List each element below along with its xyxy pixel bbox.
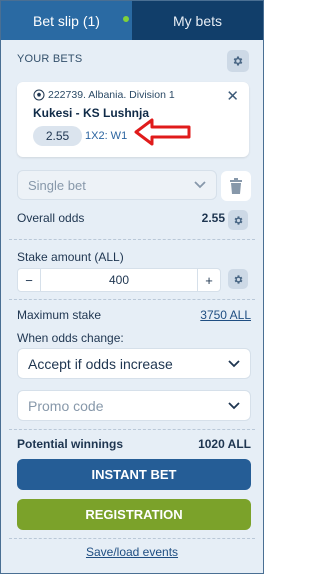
odds-settings-button[interactable] bbox=[228, 210, 248, 230]
match-teams: Kukesi - KS Lushnja bbox=[33, 106, 150, 120]
promo-code-placeholder: Promo code bbox=[28, 397, 104, 414]
overall-odds-row: Overall odds 2.55 bbox=[17, 211, 225, 225]
max-stake-link[interactable]: 3750 ALL bbox=[200, 308, 251, 322]
save-load-row: Save/load events bbox=[1, 545, 263, 559]
bet-market: 1X2: W1 bbox=[85, 130, 128, 142]
tab-my-bets-label: My bets bbox=[172, 12, 222, 29]
bet-type-value: Single bet bbox=[28, 177, 86, 193]
your-bets-settings-button[interactable] bbox=[227, 50, 249, 72]
divider bbox=[9, 538, 255, 539]
winnings-value: 1020 ALL bbox=[198, 437, 251, 451]
odds-change-label: When odds change: bbox=[17, 331, 124, 345]
bet-odds: 2.55 bbox=[33, 126, 82, 146]
odds-change-label-row: When odds change: bbox=[17, 331, 251, 345]
stake-increase-button[interactable]: + bbox=[198, 269, 220, 291]
bet-slip-panel: Bet slip (1) My bets YOUR BETS 222739. A… bbox=[0, 0, 264, 574]
chevron-down-icon bbox=[228, 401, 240, 409]
registration-button[interactable]: REGISTRATION bbox=[17, 499, 251, 530]
winnings-row: Potential winnings 1020 ALL bbox=[17, 437, 251, 451]
chevron-down-icon bbox=[194, 181, 206, 189]
clear-bets-button[interactable] bbox=[221, 171, 251, 201]
stake-settings-button[interactable] bbox=[228, 269, 248, 289]
annotation-arrow-icon bbox=[134, 118, 191, 146]
notification-dot bbox=[123, 16, 129, 22]
divider bbox=[9, 429, 255, 430]
overall-odds-value: 2.55 bbox=[201, 211, 225, 225]
stake-label: Stake amount (ALL) bbox=[17, 250, 124, 264]
gear-icon bbox=[234, 215, 242, 225]
remove-bet-button[interactable]: ✕ bbox=[226, 87, 239, 105]
tab-bar: Bet slip (1) My bets bbox=[1, 1, 263, 40]
odds-change-select[interactable]: Accept if odds increase bbox=[17, 348, 251, 379]
stake-stepper: − + bbox=[17, 268, 221, 292]
overall-odds-label: Overall odds bbox=[17, 211, 85, 225]
stake-input[interactable] bbox=[40, 269, 198, 291]
tab-my-bets[interactable]: My bets bbox=[132, 1, 263, 40]
soccer-ball-icon bbox=[33, 89, 45, 101]
divider bbox=[9, 299, 255, 300]
promo-code-field[interactable]: Promo code bbox=[17, 390, 251, 421]
divider bbox=[9, 239, 255, 240]
bet-type-select[interactable]: Single bet bbox=[17, 170, 217, 200]
gear-icon bbox=[233, 56, 243, 66]
instant-bet-button[interactable]: INSTANT BET bbox=[17, 459, 251, 490]
tab-bet-slip-label: Bet slip (1) bbox=[33, 12, 100, 29]
event-line: 222739. Albania. Division 1 bbox=[33, 89, 175, 101]
bet-card: 222739. Albania. Division 1 Kukesi - KS … bbox=[17, 82, 249, 157]
max-stake-row: Maximum stake 3750 ALL bbox=[17, 308, 251, 322]
winnings-label: Potential winnings bbox=[17, 437, 124, 451]
gear-icon bbox=[234, 274, 242, 284]
trash-icon bbox=[230, 178, 242, 194]
stake-label-row: Stake amount (ALL) bbox=[17, 250, 251, 264]
odds-change-value: Accept if odds increase bbox=[28, 355, 173, 372]
tab-bet-slip[interactable]: Bet slip (1) bbox=[1, 1, 132, 40]
chevron-down-icon bbox=[228, 359, 240, 367]
stake-decrease-button[interactable]: − bbox=[18, 269, 40, 291]
close-icon: ✕ bbox=[226, 88, 239, 105]
your-bets-title: YOUR BETS bbox=[17, 53, 83, 65]
save-load-events-link[interactable]: Save/load events bbox=[86, 545, 178, 559]
max-stake-label: Maximum stake bbox=[17, 308, 102, 322]
event-id-league: 222739. Albania. Division 1 bbox=[48, 89, 175, 101]
